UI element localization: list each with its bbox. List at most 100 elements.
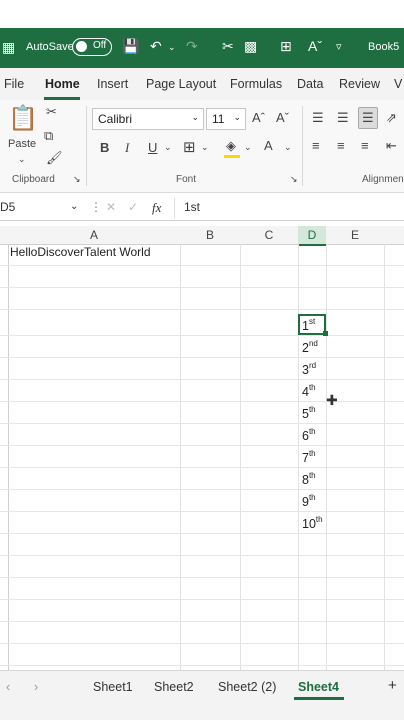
underline-button[interactable]: U	[148, 140, 157, 155]
tab-view[interactable]: V	[394, 77, 402, 91]
group-alignment-label: Alignmen	[362, 174, 404, 185]
status-bar	[0, 704, 404, 720]
cell-d7[interactable]: 3rd	[302, 361, 316, 377]
row-line	[0, 555, 404, 556]
name-box-dropdown-icon[interactable]: ⌄	[70, 201, 78, 212]
cell-d9[interactable]: 5th	[302, 405, 316, 421]
fill-dropdown-icon[interactable]: ⌄	[244, 142, 252, 153]
paste-label[interactable]: Paste	[8, 138, 36, 150]
formula-input[interactable]: 1st	[184, 200, 200, 214]
undo-icon[interactable]: ↶	[150, 38, 162, 55]
format-cells-icon[interactable]: ▩	[244, 38, 257, 55]
more-options-icon[interactable]: ⋮	[90, 200, 102, 214]
workbook-name: Book5	[368, 41, 400, 53]
sheet-tab-sheet2[interactable]: Sheet2	[154, 680, 194, 694]
scroll-right-icon[interactable]: ›	[34, 680, 38, 694]
align-bottom-icon[interactable]: ☰	[358, 107, 378, 129]
column-header-e[interactable]: E	[326, 228, 384, 242]
row-header-edge	[8, 244, 9, 670]
column-header-c[interactable]: C	[240, 228, 298, 242]
fill-handle[interactable]	[323, 331, 328, 336]
row-line	[0, 357, 404, 358]
save-icon[interactable]: 💾	[122, 38, 139, 55]
add-sheet-icon[interactable]: +	[388, 677, 397, 694]
decrease-font-icon[interactable]: Aˇ	[276, 110, 289, 125]
cell-d13[interactable]: 9th	[302, 493, 316, 509]
column-header-a[interactable]: A	[8, 228, 180, 242]
enter-icon[interactable]: ✓	[128, 200, 138, 214]
align-right-icon[interactable]: ≡	[361, 138, 369, 153]
column-headers: A B C D E	[0, 226, 404, 246]
copy-icon[interactable]: ⧉	[44, 128, 53, 144]
paste-dropdown-icon[interactable]: ⌄	[18, 154, 26, 165]
formula-divider	[174, 198, 175, 218]
cell-d11[interactable]: 7th	[302, 449, 316, 465]
autosave-label: AutoSave	[26, 41, 74, 53]
sheet-tab-sheet2-2[interactable]: Sheet2 (2)	[218, 680, 276, 694]
active-cell-border	[298, 314, 326, 335]
align-top-icon[interactable]: ☰	[312, 110, 324, 126]
clipboard-launcher-icon[interactable]: ↘	[73, 174, 81, 185]
autosave-toggle[interactable]: Off	[72, 38, 112, 56]
sheet-tab-sheet1[interactable]: Sheet1	[93, 680, 133, 694]
font-size-value: 11	[212, 112, 225, 126]
row-line	[0, 599, 404, 600]
cut-icon[interactable]: ✂	[222, 38, 234, 55]
row-line	[0, 445, 404, 446]
align-left-icon[interactable]: ≡	[312, 138, 320, 153]
tab-page-layout[interactable]: Page Layout	[146, 77, 216, 91]
cancel-icon[interactable]: ✕	[106, 200, 116, 214]
font-color-dropdown-icon[interactable]: ⌄	[284, 142, 292, 153]
cell-d10[interactable]: 6th	[302, 427, 316, 443]
align-center-icon[interactable]: ≡	[337, 138, 345, 153]
cell-d8[interactable]: 4th	[302, 383, 316, 399]
font-color-icon[interactable]: A	[264, 138, 273, 153]
align-middle-icon[interactable]: ☰	[337, 110, 349, 126]
scroll-left-icon[interactable]: ‹	[6, 680, 10, 694]
sheet-tab-sheet4[interactable]: Sheet4	[298, 680, 339, 694]
tab-home[interactable]: Home	[45, 77, 80, 91]
italic-button[interactable]: I	[125, 140, 129, 156]
fill-color-icon[interactable]: ◈	[226, 138, 236, 154]
tab-review[interactable]: Review	[339, 77, 380, 91]
name-box[interactable]: D5	[0, 200, 15, 214]
chevron-down-icon: ⌄	[233, 112, 241, 122]
tab-file[interactable]: File	[4, 77, 24, 91]
redo-icon[interactable]: ↷	[186, 38, 198, 55]
column-header-b[interactable]: B	[180, 228, 240, 242]
row-line	[0, 643, 404, 644]
toggle-state-label: Off	[93, 40, 107, 51]
cell-d14[interactable]: 10th	[302, 515, 323, 531]
indent-icon[interactable]: ⇤	[386, 138, 397, 154]
tab-formulas[interactable]: Formulas	[230, 77, 282, 91]
cell-d6[interactable]: 2nd	[302, 339, 318, 355]
cell-a1[interactable]: HelloDiscoverTalent World	[10, 245, 151, 259]
row-line	[0, 265, 404, 266]
worksheet-grid[interactable]: HelloDiscoverTalent World	[0, 244, 404, 670]
customize-toolbar-icon[interactable]: ▿	[336, 40, 342, 53]
orientation-icon[interactable]: ⇗	[386, 110, 397, 126]
title-bar: ▦ AutoSave Off 💾 ↶ ⌄ ↷ ✂ ▩ ⊞ Aˇ ▿ Book5	[0, 28, 404, 68]
row-line	[0, 287, 404, 288]
font-name-select[interactable]: Calibri ⌄	[92, 108, 204, 130]
font-launcher-icon[interactable]: ↘	[290, 174, 298, 185]
insert-function-button[interactable]: fx	[152, 200, 161, 216]
calculate-icon[interactable]: ⊞	[280, 38, 292, 55]
format-painter-icon[interactable]: 🖌	[46, 150, 63, 166]
increase-font-icon[interactable]: Aˆ	[252, 110, 265, 125]
font-size-icon[interactable]: Aˇ	[308, 38, 322, 54]
fill-color-swatch	[224, 155, 240, 158]
active-sheet-indicator	[294, 697, 344, 700]
borders-dropdown-icon[interactable]: ⌄	[201, 142, 209, 153]
undo-dropdown-icon[interactable]: ⌄	[168, 42, 176, 53]
tab-insert[interactable]: Insert	[97, 77, 128, 91]
paste-icon[interactable]: 📋	[8, 104, 38, 133]
borders-icon[interactable]: ⊞	[183, 138, 196, 156]
underline-dropdown-icon[interactable]: ⌄	[164, 142, 172, 153]
bold-button[interactable]: B	[100, 140, 109, 155]
cell-d12[interactable]: 8th	[302, 471, 316, 487]
font-size-select[interactable]: 11 ⌄	[206, 108, 246, 130]
cut-icon[interactable]: ✂	[46, 104, 57, 120]
column-header-d[interactable]: D	[298, 226, 326, 246]
tab-data[interactable]: Data	[297, 77, 323, 91]
